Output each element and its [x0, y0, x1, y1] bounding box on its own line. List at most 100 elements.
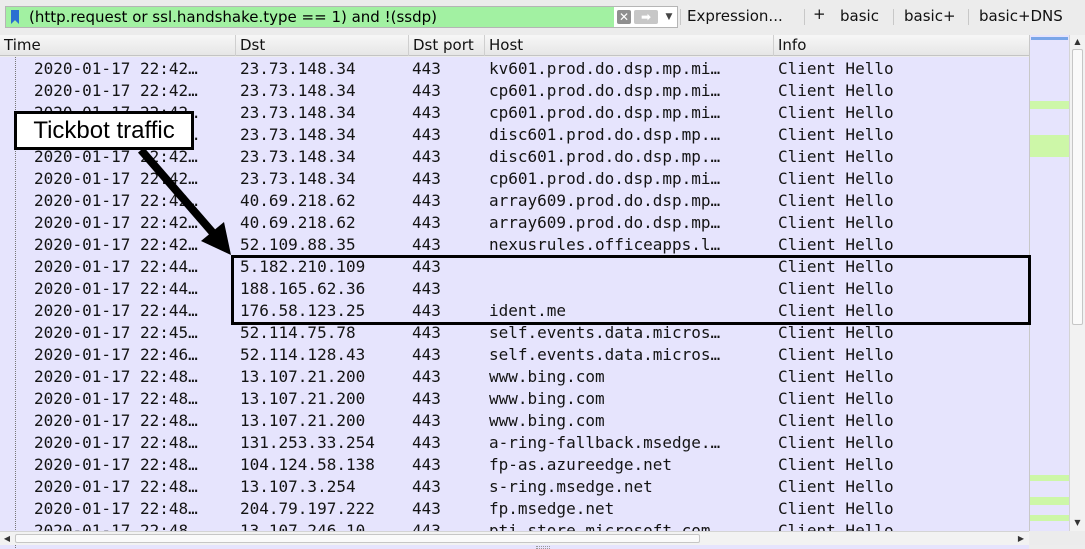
chevron-down-icon[interactable]: ▼: [663, 9, 675, 25]
display-filter-input[interactable]: (http.request or ssl.handshake.type == 1…: [5, 6, 678, 28]
cell-time: 2020-01-17 22:44…: [34, 279, 198, 298]
expression-button[interactable]: Expression...: [687, 7, 783, 25]
cell-host: array609.prod.do.dsp.mp…: [489, 191, 721, 210]
display-filter-text[interactable]: (http.request or ssl.handshake.type == 1…: [29, 7, 437, 27]
column-header-host[interactable]: Host: [485, 35, 774, 56]
cell-time: 2020-01-17 22:42…: [34, 59, 198, 78]
column-header-row: Time Dst Dst port Host Info: [0, 35, 1029, 56]
cell-host: cp601.prod.do.dsp.mp.mi…: [489, 103, 721, 122]
table-row[interactable]: 2020-01-17 22:48… 13.107.3.254 443 s-ring.m…: [0, 476, 1029, 498]
cell-info: Client Hello: [778, 235, 894, 254]
cell-dst-port: 443: [412, 213, 441, 232]
cell-host: fp-as.azureedge.net: [489, 455, 673, 474]
column-header-dst-port[interactable]: Dst port: [409, 35, 485, 56]
cell-dst: 52.114.75.78: [240, 323, 356, 342]
column-header-time[interactable]: Time: [0, 35, 236, 56]
cell-info: Client Hello: [778, 367, 894, 386]
filter-button-basic-plus[interactable]: basic+: [904, 7, 956, 25]
table-row[interactable]: 2020-01-17 22:46… 52.114.128.43 443 self.ev…: [0, 344, 1029, 366]
add-filter-button[interactable]: +: [813, 5, 826, 23]
cell-info: Client Hello: [778, 59, 894, 78]
scroll-up-icon[interactable]: ▲: [1070, 35, 1085, 49]
cell-time: 2020-01-17 22:48…: [34, 477, 198, 496]
cell-dst-port: 443: [412, 147, 441, 166]
cell-time: 2020-01-17 22:46…: [34, 345, 198, 364]
cell-host: disc601.prod.do.dsp.mp.…: [489, 125, 721, 144]
cell-host: a-ring-fallback.msedge.…: [489, 433, 721, 452]
cell-dst: 104.124.58.138: [240, 455, 375, 474]
cell-time: 2020-01-17 22:42…: [34, 191, 198, 210]
vertical-scroll-thumb[interactable]: [1072, 49, 1083, 325]
cell-time: 2020-01-17 22:44…: [34, 301, 198, 320]
column-header-dst[interactable]: Dst: [236, 35, 409, 56]
cell-dst-port: 443: [412, 455, 441, 474]
cell-dst: 204.79.197.222: [240, 499, 375, 518]
cell-host: cp601.prod.do.dsp.mp.mi…: [489, 169, 721, 188]
minimap-mark: [1030, 135, 1069, 157]
cell-host: self.events.data.micros…: [489, 345, 721, 364]
cell-dst: 23.73.148.34: [240, 103, 356, 122]
filter-button-basic[interactable]: basic: [840, 7, 879, 25]
tickbot-highlight-box: [231, 255, 1031, 325]
cell-time: 2020-01-17 22:48…: [34, 367, 198, 386]
cell-dst-port: 443: [412, 125, 441, 144]
cell-dst: 13.107.21.200: [240, 367, 366, 386]
cell-info: Client Hello: [778, 411, 894, 430]
table-row[interactable]: 2020-01-17 22:48… 204.79.197.222 443 fp.mse…: [0, 498, 1029, 520]
cell-dst: 40.69.218.62: [240, 213, 356, 232]
scroll-right-icon[interactable]: ▶: [1014, 532, 1028, 545]
horizontal-scrollbar[interactable]: ◀ ▶: [0, 531, 1029, 545]
minimap-mark: [1030, 515, 1069, 521]
cell-host: fp.msedge.net: [489, 499, 615, 518]
scroll-down-icon[interactable]: ▼: [1070, 516, 1085, 530]
cell-dst-port: 443: [412, 411, 441, 430]
table-row[interactable]: 2020-01-17 22:48… 131.253.33.254 443 a-ring…: [0, 432, 1029, 454]
table-row[interactable]: 2020-01-17 22:48… 13.107.21.200 443 www.bin…: [0, 410, 1029, 432]
cell-host: www.bing.com: [489, 389, 605, 408]
cell-info: Client Hello: [778, 81, 894, 100]
table-row[interactable]: 2020-01-17 22:48… 104.124.58.138 443 fp-as.…: [0, 454, 1029, 476]
cell-host: kv601.prod.do.dsp.mp.mi…: [489, 59, 721, 78]
cell-dst: 13.107.3.254: [240, 477, 356, 496]
table-row[interactable]: 2020-01-17 22:42… 23.73.148.34 443 cp601.pr…: [0, 80, 1029, 102]
cell-dst-port: 443: [412, 345, 441, 364]
display-filter-toolbar: (http.request or ssl.handshake.type == 1…: [0, 0, 1085, 35]
minimap-mark: [1030, 101, 1069, 109]
cell-time: 2020-01-17 22:42…: [34, 81, 198, 100]
cell-time: 2020-01-17 22:42…: [34, 213, 198, 232]
cell-dst-port: 443: [412, 59, 441, 78]
cell-time: 2020-01-17 22:42…: [34, 235, 198, 254]
table-row[interactable]: 2020-01-17 22:42… 40.69.218.62 443 array609…: [0, 190, 1029, 212]
packet-minimap[interactable]: [1029, 35, 1069, 531]
table-row[interactable]: 2020-01-17 22:42… 52.109.88.35 443 nexusrul…: [0, 234, 1029, 256]
clear-icon[interactable]: ✕: [617, 10, 631, 24]
table-row[interactable]: 2020-01-17 22:48… 13.107.21.200 443 www.bin…: [0, 366, 1029, 388]
filter-button-basic-dns[interactable]: basic+DNS: [979, 7, 1063, 25]
table-row[interactable]: 2020-01-17 22:42… 40.69.218.62 443 array609…: [0, 212, 1029, 234]
cell-info: Client Hello: [778, 191, 894, 210]
table-row[interactable]: 2020-01-17 22:42… 23.73.148.34 443 cp601.pr…: [0, 168, 1029, 190]
scroll-left-icon[interactable]: ◀: [0, 532, 14, 545]
cell-info: Client Hello: [778, 213, 894, 232]
cell-info: Client Hello: [778, 433, 894, 452]
table-row[interactable]: 2020-01-17 22:42… 23.73.148.34 443 kv601.pr…: [0, 58, 1029, 80]
table-row[interactable]: 2020-01-17 22:45… 52.114.75.78 443 self.eve…: [0, 322, 1029, 344]
cell-time: 2020-01-17 22:48…: [34, 389, 198, 408]
cell-info: Client Hello: [778, 147, 894, 166]
vertical-scrollbar[interactable]: ▲ ▼: [1069, 35, 1085, 531]
cell-dst-port: 443: [412, 103, 441, 122]
arrow-right-icon[interactable]: ➡: [634, 10, 658, 24]
cell-info: Client Hello: [778, 477, 894, 496]
cell-host: array609.prod.do.dsp.mp…: [489, 213, 721, 232]
horizontal-scroll-thumb[interactable]: [15, 534, 700, 543]
cell-dst-port: 443: [412, 81, 441, 100]
cell-host: self.events.data.micros…: [489, 323, 721, 342]
cell-info: Client Hello: [778, 125, 894, 144]
cell-info: Client Hello: [778, 389, 894, 408]
column-header-info[interactable]: Info: [774, 35, 1029, 56]
cell-dst: 13.107.21.200: [240, 411, 366, 430]
cell-host: cp601.prod.do.dsp.mp.mi…: [489, 81, 721, 100]
cell-dst: 23.73.148.34: [240, 59, 356, 78]
cell-host: nexusrules.officeapps.l…: [489, 235, 721, 254]
table-row[interactable]: 2020-01-17 22:48… 13.107.21.200 443 www.bin…: [0, 388, 1029, 410]
